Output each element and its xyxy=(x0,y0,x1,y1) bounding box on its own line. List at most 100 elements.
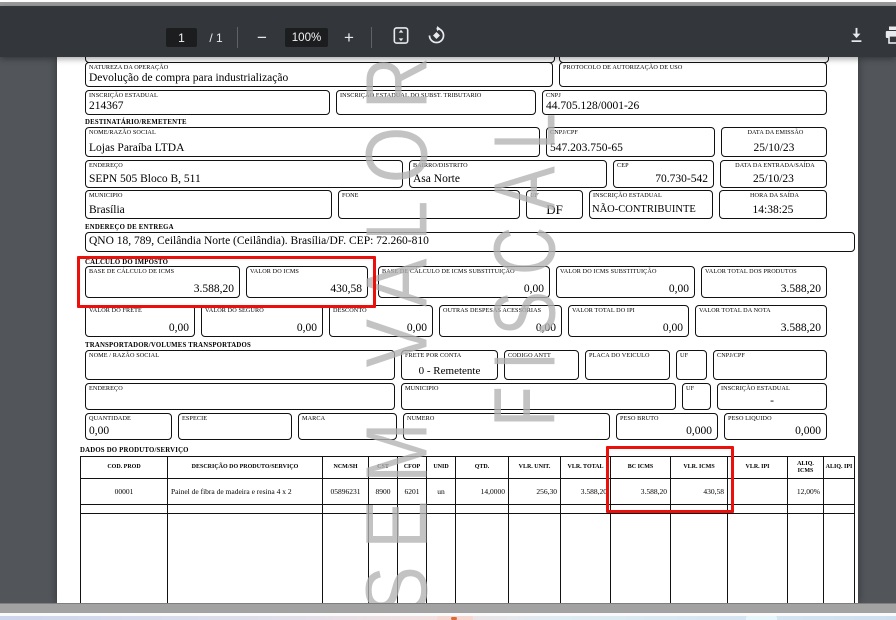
field-value: QNO 18, 789, Ceilândia Norte (Ceilândia)… xyxy=(86,235,854,249)
download-icon xyxy=(848,26,865,49)
field-label: INSCRIÇÃO ESTADUAL xyxy=(86,91,329,99)
field-label: NATUREZA DA OPERAÇÃO xyxy=(86,63,552,71)
col-header: UNID xyxy=(427,457,456,478)
print-icon xyxy=(884,26,896,49)
toolbar-separator xyxy=(237,27,238,48)
field-label: HORA DA SAÍDA xyxy=(720,191,826,199)
field-value: 0,00 xyxy=(569,322,688,336)
field-value: 44.705.128/0001-26 xyxy=(543,100,826,114)
zoom-in-button[interactable]: + xyxy=(337,28,361,47)
zoom-out-button[interactable]: − xyxy=(250,28,274,47)
field-label: NOME/RAZÃO SOCIAL xyxy=(86,128,539,136)
field-value: Asa Norte xyxy=(410,173,606,187)
field-value: Brasília xyxy=(86,204,331,218)
field-quantidade: QUANTIDADE 0,00 xyxy=(85,413,172,440)
field-base-calculo-icms-st: BASE DE CÁLCULO DE ICMS SUBSTITUIÇÃO 0,0… xyxy=(378,266,550,298)
col-header: CFOP xyxy=(398,457,427,478)
cell-cod-prod: 00001 xyxy=(81,479,168,504)
field-nome-razao-social: NOME/RAZÃO SOCIAL Lojas Paraíba LTDA xyxy=(85,127,540,157)
field-hora-saida: HORA DA SAÍDA 14:38:25 xyxy=(719,190,827,219)
section-destinatario: DESTINATÁRIO/REMETENTE xyxy=(85,119,187,126)
field-label: CNPJ xyxy=(543,91,826,99)
product-table-header: COD. PROD DESCRIÇÃO DO PRODUTO/SERVIÇO N… xyxy=(81,457,854,479)
col-header: CST xyxy=(369,457,398,478)
field-desconto: DESCONTO 0,00 xyxy=(329,305,433,337)
field-value: 3.588,20 xyxy=(702,283,826,297)
field-marca: MARCA xyxy=(298,413,397,440)
field-label: PLACA DO VEICULO xyxy=(586,351,669,359)
field-transportador-cnpj: CNPJ/CPF xyxy=(713,350,827,380)
field-valor-frete: VALOR DO FRETE 0,00 xyxy=(85,305,195,337)
field-label: BAIRRO/DISTRITO xyxy=(410,161,606,169)
field-value xyxy=(586,377,669,379)
zoom-in-glyph: + xyxy=(344,28,354,47)
field-inscricao-destinatario: INSCRIÇÃO ESTADUAL NÃO-CONTRIBUINTE xyxy=(589,190,713,219)
background-window-strip xyxy=(0,616,896,620)
highlight-icms-columns xyxy=(606,446,734,513)
field-value xyxy=(714,377,826,379)
col-header: COD. PROD xyxy=(81,457,168,478)
field-label: CNPJ/CPF xyxy=(714,351,826,359)
field-label: PROTOCOLO DE AUTORIZAÇÃO DE USO xyxy=(560,63,826,71)
field-especie: ESPECIE xyxy=(178,413,292,440)
page-count-label: / 1 xyxy=(201,28,231,47)
cell-aliq-icms: 12,00% xyxy=(788,479,824,504)
cell-qtd: 14,0000 xyxy=(456,479,509,504)
field-value xyxy=(404,437,609,439)
col-header: DESCRIÇÃO DO PRODUTO/SERVIÇO xyxy=(168,457,323,478)
page-number-input[interactable]: 1 xyxy=(166,28,197,47)
col-header: QTD. xyxy=(456,457,509,478)
cell-descricao: Painel de fibra de madeira e resina 4 x … xyxy=(168,479,323,504)
field-label: PESO LIQUIDO xyxy=(725,414,826,422)
field-transportador-inscricao: INSCRIÇÃO ESTADUAL - xyxy=(717,383,827,410)
cell-unid: un xyxy=(427,479,456,504)
field-label: ESPECIE xyxy=(179,414,291,422)
field-valor-total-produtos: VALOR TOTAL DOS PRODUTOS 3.588,20 xyxy=(701,266,827,298)
field-label: INSCRIÇÃO ESTADUAL DO SUBST. TRIBUTARIO xyxy=(337,91,535,99)
cell-vlr-ipi xyxy=(728,479,788,504)
field-municipio: MUNICIPIO Brasília xyxy=(85,190,332,219)
field-data-entrada-saida: DATA DA ENTRADA/SAÍDA 25/10/23 xyxy=(720,160,827,188)
field-value: 0,000 xyxy=(725,425,826,439)
field-inscricao-subst: INSCRIÇÃO ESTADUAL DO SUBST. TRIBUTARIO xyxy=(336,90,536,115)
field-value: 3.588,20 xyxy=(696,322,826,336)
section-transportador: TRANSPORTADOR/VOLUMES TRANSPORTADOS xyxy=(85,342,251,349)
cell-cfop: 6201 xyxy=(398,479,427,504)
fit-to-page-button[interactable] xyxy=(390,28,412,47)
product-table: COD. PROD DESCRIÇÃO DO PRODUTO/SERVIÇO N… xyxy=(80,456,855,604)
cell-cst: 8900 xyxy=(369,479,398,504)
zoom-level-value: 100% xyxy=(292,32,321,44)
field-inscricao-estadual: INSCRIÇÃO ESTADUAL 214367 xyxy=(85,90,330,115)
field-value: 0,00 xyxy=(379,283,549,297)
field-label: MUNICIPIO xyxy=(86,191,331,199)
danfe-document-page: NATUREZA DA OPERAÇÃO Devolução de compra… xyxy=(57,57,858,604)
product-table-row: 00001 Painel de fibra de madeira e resin… xyxy=(81,479,854,505)
background-pink-blob xyxy=(437,616,473,620)
field-value: Lojas Paraíba LTDA xyxy=(86,142,539,156)
field-label: INSCRIÇÃO ESTADUAL xyxy=(590,191,712,199)
col-header: VLR. UNIT. xyxy=(509,457,561,478)
field-value: 0,00 xyxy=(440,322,561,336)
section-endereco-entrega: ENDEREÇO DE ENTREGA xyxy=(85,224,174,231)
field-endereco: ENDEREÇO SEPN 505 Bloco B, 511 xyxy=(85,160,403,188)
print-button[interactable] xyxy=(881,28,896,47)
field-cep: CEP 70.730-542 xyxy=(613,160,714,188)
field-label: FRETE POR CONTA xyxy=(402,351,497,359)
field-label: CNPJ/CPF xyxy=(547,128,714,136)
field-natureza-operacao: NATUREZA DA OPERAÇÃO Devolução de compra… xyxy=(85,62,553,87)
field-value: 70.730-542 xyxy=(614,173,713,187)
field-label: UF xyxy=(677,351,706,359)
field-label: VALOR DO ICMS SUBSTITUIÇÃO xyxy=(557,267,694,275)
field-value: - xyxy=(718,395,826,409)
rotate-button[interactable] xyxy=(424,28,448,47)
field-label: QUANTIDADE xyxy=(86,414,171,422)
field-fone: FONE xyxy=(338,190,520,219)
download-button[interactable] xyxy=(845,28,867,47)
field-frete-por-conta: FRETE POR CONTA 0 - Remetente xyxy=(401,350,498,380)
field-valor-seguro: VALOR DO SEGURO 0,00 xyxy=(201,305,323,337)
field-value: 25/10/23 xyxy=(722,142,826,156)
field-bairro-distrito: BAIRRO/DISTRITO Asa Norte xyxy=(409,160,607,188)
zoom-level-select[interactable]: 100% xyxy=(285,28,328,47)
field-value: Devolução de compra para industrializaçã… xyxy=(86,72,552,86)
field-label: CODIGO ANTT xyxy=(505,351,578,359)
